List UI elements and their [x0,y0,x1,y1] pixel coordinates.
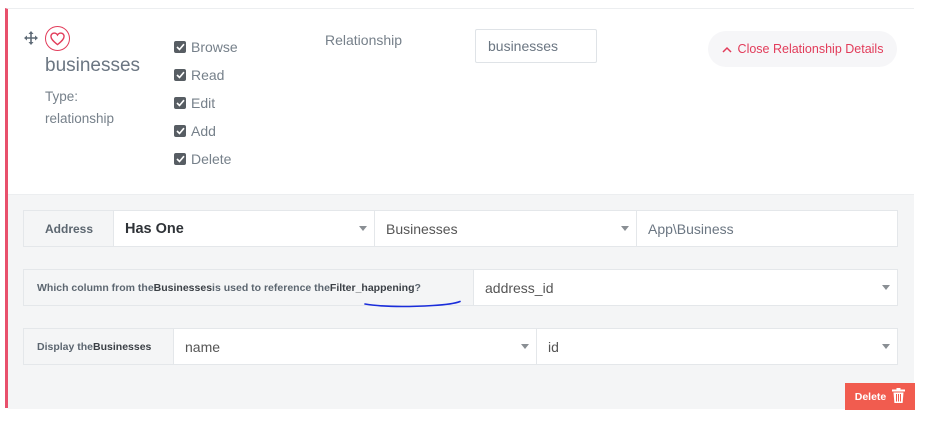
relation-type-select[interactable]: Has One [114,211,375,246]
relationship-details: Address Has One Businesses App\Business … [8,194,915,410]
close-relationship-details-button[interactable]: Close Relationship Details [708,31,897,67]
checkbox-checked-icon[interactable] [174,97,186,109]
reference-column-select[interactable]: address_id [474,270,897,305]
label-text: ? [414,281,421,294]
display-column-label: Display the Businesses [24,329,174,364]
display-column-row: Display the Businesses name id [23,328,898,365]
reference-column-value: address_id [485,279,554,296]
model-name-label: Address [24,211,114,246]
chevron-down-icon [359,226,367,231]
permission-browse[interactable]: Browse [174,33,238,61]
checkbox-checked-icon[interactable] [174,153,186,165]
permission-checkbox-list: Browse Read Edit Add Delete [174,33,238,173]
field-type-label: Type: [45,89,79,104]
chevron-down-icon [521,344,529,349]
permission-add[interactable]: Add [174,117,238,145]
field-type-value: relationship [45,111,115,126]
relationship-field-panel: businesses Type: relationship Browse Rea… [5,8,915,410]
label-table-name: Businesses [153,281,213,294]
field-header: businesses Type: relationship Browse Rea… [8,9,914,194]
display-name-input[interactable] [475,29,597,63]
chevron-down-icon [621,226,629,231]
handwritten-underline-annotation [364,300,461,308]
label-text: Display the [37,340,94,353]
permission-label: Edit [191,95,216,111]
relationship-label: Relationship [325,32,403,48]
display-column-value: name [185,338,221,355]
heart-icon [45,26,70,51]
display-column-select[interactable]: name [174,329,537,364]
relationship-definition-row: Address Has One Businesses App\Business [23,210,898,247]
close-relationship-details-label: Close Relationship Details [737,42,884,56]
bread-field-editor: businesses Type: relationship Browse Rea… [0,0,947,427]
permission-label: Read [191,67,225,83]
delete-label: Delete [854,390,887,403]
permission-read[interactable]: Read [174,61,238,89]
model-class-value: App\Business [648,220,734,237]
chevron-down-icon [882,285,890,290]
permission-label: Delete [191,151,232,167]
permission-delete[interactable]: Delete [174,145,238,173]
permission-edit[interactable]: Edit [174,89,238,117]
permission-label: Add [191,123,216,139]
label-text: Which column from the [37,281,154,294]
key-column-value: id [548,338,559,355]
chevron-up-icon [722,42,732,56]
chevron-down-icon [882,344,890,349]
delete-relationship-button[interactable]: Delete [845,383,915,410]
model-class-input[interactable]: App\Business [637,211,897,246]
checkbox-checked-icon[interactable] [174,69,186,81]
checkbox-checked-icon[interactable] [174,41,186,53]
related-table-value: Businesses [386,220,458,237]
related-table-select[interactable]: Businesses [375,211,637,246]
permission-label: Browse [191,39,238,55]
label-field-name: Filter_happening [329,281,415,294]
relation-type-value: Has One [125,220,184,237]
key-column-select[interactable]: id [537,329,897,364]
checkbox-checked-icon[interactable] [174,125,186,137]
field-name: businesses [45,55,141,76]
label-text: is used to reference the [212,281,330,294]
trash-icon [892,387,906,406]
move-arrows-icon[interactable] [24,30,38,45]
label-table-name: Businesses [93,340,152,353]
